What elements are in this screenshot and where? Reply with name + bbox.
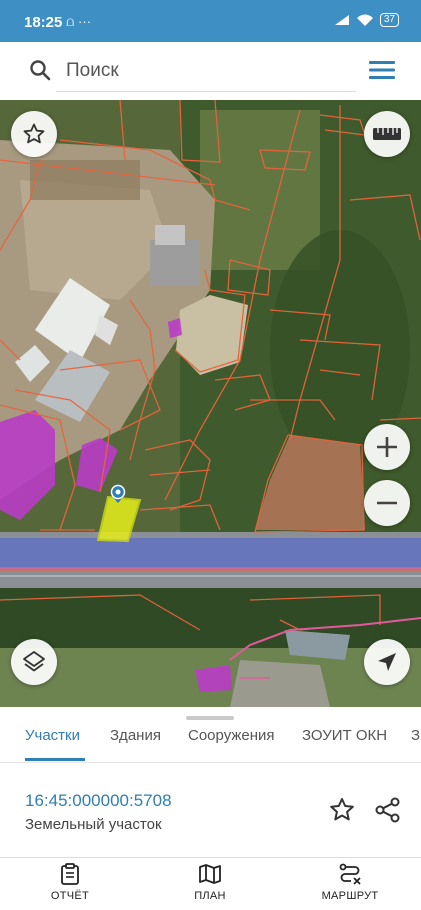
share-icon[interactable] xyxy=(374,796,402,824)
active-tab-indicator xyxy=(25,758,85,761)
nav-plan-label: ПЛАН xyxy=(194,890,226,902)
battery-icon: 37 xyxy=(379,13,399,27)
cadastral-number[interactable]: 16:45:000000:5708 xyxy=(25,791,172,811)
bottom-navigation: ОТЧЁТ ПЛАН МАРШРУТ xyxy=(0,857,421,910)
nav-route[interactable]: МАРШРУТ xyxy=(300,862,400,902)
search-icon[interactable] xyxy=(28,58,52,82)
star-icon[interactable] xyxy=(328,796,356,824)
route-icon xyxy=(339,863,361,885)
zoom-out-button[interactable] xyxy=(364,480,410,526)
tab-structures[interactable]: Сооружения xyxy=(188,727,275,744)
ruler-icon xyxy=(373,128,401,140)
favorite-map-button[interactable] xyxy=(11,111,57,157)
tab-buildings[interactable]: Здания xyxy=(110,727,161,744)
search-bar xyxy=(0,42,421,100)
layers-button[interactable] xyxy=(11,639,57,685)
map-plan-icon xyxy=(199,864,221,884)
hamburger-menu-icon[interactable] xyxy=(368,58,396,82)
tab-zouit-okn[interactable]: ЗОУИТ ОКН xyxy=(302,727,387,744)
object-type-tabs: Участки Здания Сооружения ЗОУИТ ОКН З xyxy=(0,707,421,763)
my-location-button[interactable] xyxy=(364,639,410,685)
notification-icons: ⩍ ··· xyxy=(66,14,92,29)
status-bar: 18:25 ⩍ ··· 37 xyxy=(0,0,421,42)
wifi-icon xyxy=(356,14,373,26)
navigation-arrow-icon xyxy=(378,653,396,671)
tab-next-partial[interactable]: З xyxy=(411,727,420,744)
nav-route-label: МАРШРУТ xyxy=(321,890,379,902)
tab-parcels[interactable]: Участки xyxy=(25,727,80,744)
satellite-map xyxy=(0,100,421,707)
star-icon xyxy=(23,123,45,144)
report-icon xyxy=(61,863,79,885)
status-right: 37 xyxy=(334,13,399,27)
signal-icon xyxy=(334,15,349,25)
minus-icon xyxy=(377,501,397,505)
nav-plan[interactable]: ПЛАН xyxy=(160,862,260,902)
map-view[interactable] xyxy=(0,100,421,707)
parcel-type: Земельный участок xyxy=(25,816,162,833)
parcel-card[interactable]: 16:45:000000:5708 Земельный участок xyxy=(0,763,421,857)
plus-icon xyxy=(377,437,397,457)
status-time: 18:25 xyxy=(24,14,63,31)
nav-report[interactable]: ОТЧЁТ xyxy=(20,862,120,902)
ruler-button[interactable] xyxy=(364,111,410,157)
drag-handle[interactable] xyxy=(186,716,234,720)
layers-icon xyxy=(23,651,45,672)
search-input[interactable] xyxy=(56,50,356,92)
nav-report-label: ОТЧЁТ xyxy=(50,890,90,902)
zoom-in-button[interactable] xyxy=(364,424,410,470)
